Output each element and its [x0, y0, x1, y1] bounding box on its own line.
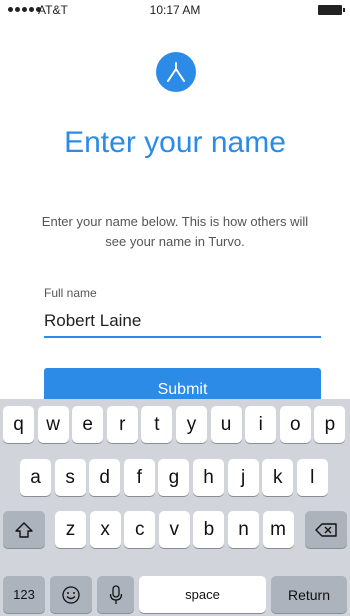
key-m[interactable]: m [262, 511, 294, 548]
shift-icon [15, 521, 33, 538]
keyboard: qwertyuiop asdfghjkl zxcvbnm 123 space R… [0, 399, 350, 616]
key-h[interactable]: h [193, 459, 224, 496]
key-c[interactable]: c [124, 511, 156, 548]
key-l[interactable]: l [296, 459, 328, 496]
emoji-key[interactable] [50, 576, 92, 613]
key-o[interactable]: o [279, 406, 311, 443]
key-g[interactable]: g [158, 459, 190, 496]
space-key[interactable]: space [139, 576, 266, 613]
key-b[interactable]: b [193, 511, 225, 548]
key-k[interactable]: k [262, 459, 294, 496]
shift-key[interactable] [3, 511, 45, 548]
dictation-key[interactable] [97, 576, 134, 613]
key-u[interactable]: u [210, 406, 242, 443]
microphone-icon [109, 584, 122, 604]
full-name-input[interactable] [44, 305, 321, 338]
return-key[interactable]: Return [271, 576, 347, 613]
key-y[interactable]: y [176, 406, 207, 443]
backspace-icon [315, 522, 337, 537]
key-q[interactable]: q [3, 406, 34, 443]
key-r[interactable]: r [106, 406, 138, 443]
turvo-logo-icon [167, 62, 185, 82]
key-a[interactable]: a [20, 459, 51, 496]
key-t[interactable]: t [141, 406, 173, 443]
key-e[interactable]: e [72, 406, 104, 443]
key-n[interactable]: n [228, 511, 259, 548]
key-s[interactable]: s [54, 459, 86, 496]
key-f[interactable]: f [123, 459, 155, 496]
key-v[interactable]: v [158, 511, 190, 548]
key-w[interactable]: w [37, 406, 69, 443]
battery-icon [318, 5, 345, 15]
full-name-label: Full name [44, 286, 97, 300]
key-p[interactable]: p [314, 406, 346, 443]
backspace-key[interactable] [305, 511, 347, 548]
key-j[interactable]: j [227, 459, 259, 496]
app-logo [156, 52, 196, 92]
key-z[interactable]: z [55, 511, 86, 548]
page-subtitle: Enter your name below. This is how other… [41, 214, 309, 249]
key-x[interactable]: x [89, 511, 121, 548]
key-d[interactable]: d [89, 459, 121, 496]
status-bar: AT&T 10:17 AM [0, 0, 350, 20]
status-time: 10:17 AM [149, 3, 201, 17]
key-i[interactable]: i [245, 406, 277, 443]
emoji-icon [62, 585, 80, 604]
numbers-key[interactable]: 123 [3, 576, 45, 613]
page-title: Enter your name [64, 126, 286, 159]
